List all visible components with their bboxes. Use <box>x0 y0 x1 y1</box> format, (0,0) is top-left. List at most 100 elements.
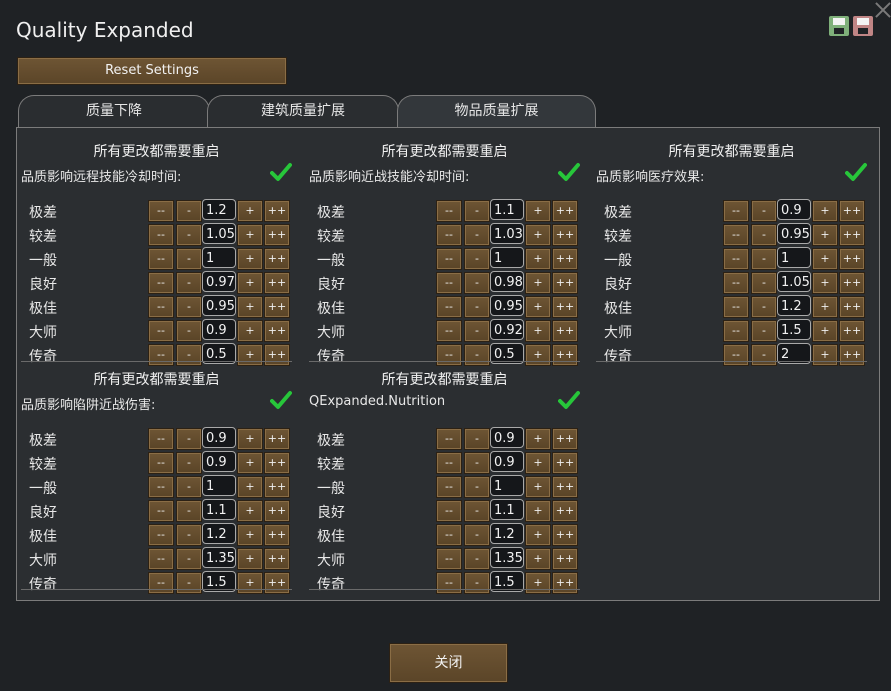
decrease-big-button[interactable]: -- <box>436 500 462 522</box>
increase-big-button[interactable]: ++ <box>552 224 578 246</box>
increase-button[interactable]: + <box>525 572 551 594</box>
increase-button[interactable]: + <box>525 272 551 294</box>
value-input[interactable]: 0.92 <box>490 319 524 340</box>
increase-button[interactable]: + <box>812 296 838 318</box>
close-button[interactable]: 关闭 <box>389 643 508 683</box>
increase-button[interactable]: + <box>237 248 263 270</box>
value-input[interactable]: 0.97 <box>202 271 236 292</box>
increase-big-button[interactable]: ++ <box>264 344 290 366</box>
increase-big-button[interactable]: ++ <box>264 248 290 270</box>
increase-button[interactable]: + <box>237 476 263 498</box>
decrease-button[interactable]: - <box>176 272 202 294</box>
value-input[interactable]: 0.9 <box>490 451 524 472</box>
decrease-button[interactable]: - <box>176 296 202 318</box>
decrease-big-button[interactable]: -- <box>148 320 174 342</box>
value-input[interactable]: 0.95 <box>777 223 811 244</box>
decrease-button[interactable]: - <box>464 248 490 270</box>
decrease-button[interactable]: - <box>176 500 202 522</box>
value-input[interactable]: 0.9 <box>202 319 236 340</box>
value-input[interactable]: 0.9 <box>777 199 811 220</box>
decrease-button[interactable]: - <box>751 344 777 366</box>
increase-button[interactable]: + <box>525 320 551 342</box>
decrease-big-button[interactable]: -- <box>436 296 462 318</box>
decrease-big-button[interactable]: -- <box>723 272 749 294</box>
increase-button[interactable]: + <box>812 320 838 342</box>
decrease-big-button[interactable]: -- <box>148 524 174 546</box>
decrease-big-button[interactable]: -- <box>436 476 462 498</box>
decrease-big-button[interactable]: -- <box>723 296 749 318</box>
decrease-button[interactable]: - <box>464 428 490 450</box>
increase-big-button[interactable]: ++ <box>264 224 290 246</box>
checkmark-icon[interactable] <box>558 162 580 182</box>
value-input[interactable]: 1.2 <box>490 523 524 544</box>
save-disk-icon[interactable] <box>829 16 849 36</box>
increase-big-button[interactable]: ++ <box>552 344 578 366</box>
increase-big-button[interactable]: ++ <box>839 296 865 318</box>
increase-big-button[interactable]: ++ <box>264 296 290 318</box>
increase-button[interactable]: + <box>525 344 551 366</box>
decrease-button[interactable]: - <box>464 548 490 570</box>
decrease-big-button[interactable]: -- <box>436 572 462 594</box>
increase-button[interactable]: + <box>525 200 551 222</box>
decrease-button[interactable]: - <box>176 524 202 546</box>
increase-button[interactable]: + <box>237 428 263 450</box>
decrease-big-button[interactable]: -- <box>436 452 462 474</box>
decrease-big-button[interactable]: -- <box>436 320 462 342</box>
decrease-big-button[interactable]: -- <box>148 548 174 570</box>
increase-big-button[interactable]: ++ <box>264 476 290 498</box>
increase-button[interactable]: + <box>525 500 551 522</box>
increase-big-button[interactable]: ++ <box>552 200 578 222</box>
tab-item-quality[interactable]: 物品质量扩展 <box>397 95 596 129</box>
reset-settings-button[interactable]: Reset Settings <box>17 57 287 85</box>
decrease-big-button[interactable]: -- <box>436 428 462 450</box>
increase-button[interactable]: + <box>237 548 263 570</box>
increase-big-button[interactable]: ++ <box>552 524 578 546</box>
increase-button[interactable]: + <box>525 428 551 450</box>
increase-button[interactable]: + <box>812 344 838 366</box>
increase-big-button[interactable]: ++ <box>552 500 578 522</box>
increase-big-button[interactable]: ++ <box>264 428 290 450</box>
increase-big-button[interactable]: ++ <box>264 500 290 522</box>
decrease-big-button[interactable]: -- <box>148 476 174 498</box>
decrease-button[interactable]: - <box>751 200 777 222</box>
decrease-button[interactable]: - <box>176 248 202 270</box>
decrease-big-button[interactable]: -- <box>436 524 462 546</box>
decrease-button[interactable]: - <box>464 296 490 318</box>
decrease-big-button[interactable]: -- <box>148 296 174 318</box>
decrease-big-button[interactable]: -- <box>723 248 749 270</box>
value-input[interactable]: 0.9 <box>202 427 236 448</box>
decrease-big-button[interactable]: -- <box>723 344 749 366</box>
decrease-button[interactable]: - <box>176 476 202 498</box>
value-input[interactable]: 1 <box>202 247 236 268</box>
decrease-big-button[interactable]: -- <box>148 224 174 246</box>
decrease-big-button[interactable]: -- <box>723 224 749 246</box>
decrease-button[interactable]: - <box>464 224 490 246</box>
checkmark-icon[interactable] <box>270 162 292 182</box>
value-input[interactable]: 1 <box>490 247 524 268</box>
increase-button[interactable]: + <box>237 500 263 522</box>
increase-button[interactable]: + <box>525 296 551 318</box>
increase-big-button[interactable]: ++ <box>552 452 578 474</box>
decrease-button[interactable]: - <box>751 296 777 318</box>
value-input[interactable]: 1.1 <box>490 199 524 220</box>
increase-big-button[interactable]: ++ <box>552 428 578 450</box>
increase-button[interactable]: + <box>812 272 838 294</box>
tab-building-quality[interactable]: 建筑质量扩展 <box>207 95 399 128</box>
value-input[interactable]: 1.35 <box>490 547 524 568</box>
value-input[interactable]: 1 <box>777 247 811 268</box>
decrease-big-button[interactable]: -- <box>148 200 174 222</box>
increase-button[interactable]: + <box>525 548 551 570</box>
decrease-button[interactable]: - <box>751 248 777 270</box>
decrease-button[interactable]: - <box>464 272 490 294</box>
value-input[interactable]: 0.95 <box>202 295 236 316</box>
checkmark-icon[interactable] <box>558 390 580 410</box>
decrease-big-button[interactable]: -- <box>148 272 174 294</box>
decrease-button[interactable]: - <box>751 320 777 342</box>
increase-big-button[interactable]: ++ <box>839 272 865 294</box>
checkmark-icon[interactable] <box>270 390 292 410</box>
decrease-button[interactable]: - <box>176 344 202 366</box>
increase-button[interactable]: + <box>237 344 263 366</box>
value-input[interactable]: 0.98 <box>490 271 524 292</box>
decrease-big-button[interactable]: -- <box>436 344 462 366</box>
decrease-button[interactable]: - <box>464 200 490 222</box>
